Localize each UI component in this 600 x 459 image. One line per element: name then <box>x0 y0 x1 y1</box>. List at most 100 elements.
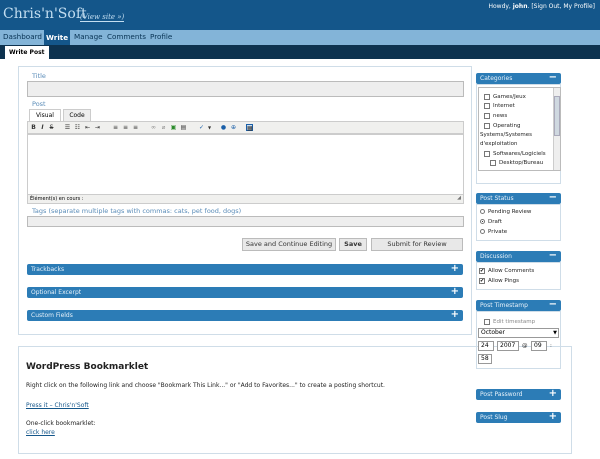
admin-menu: Dashboard Write Manage Comments Profile <box>0 30 600 45</box>
discussion-box <box>476 262 561 290</box>
chevron-down-icon[interactable]: ▼ <box>553 329 557 337</box>
menu-write[interactable]: Write <box>44 30 71 45</box>
tags-input[interactable] <box>27 216 464 227</box>
minus-icon[interactable]: − <box>549 299 557 310</box>
unlink-icon[interactable]: ⌀ <box>160 124 167 131</box>
click-here-link[interactable]: click here <box>26 429 55 436</box>
strikethrough-icon[interactable]: S <box>48 124 55 131</box>
discussion-title: Discussion <box>480 253 512 260</box>
menu-profile[interactable]: Profile <box>150 32 172 41</box>
align-left-icon[interactable]: ≡ <box>112 124 119 131</box>
bullet-list-icon[interactable]: ☰ <box>64 124 71 131</box>
bookmarklet-heading: WordPress Bookmarklet <box>26 362 149 372</box>
status-pending: Pending Review <box>488 209 532 215</box>
plus-icon[interactable]: + <box>451 263 459 274</box>
minus-icon[interactable]: − <box>549 250 557 261</box>
plus-icon[interactable]: + <box>451 286 459 297</box>
sub-menu: Write Post <box>0 45 600 59</box>
status-radio-draft[interactable] <box>480 219 485 224</box>
resize-handle-icon[interactable]: ◢ <box>457 195 461 201</box>
post-slug-bar[interactable]: Post Slug + <box>476 411 561 423</box>
categories-bar[interactable]: Categories − <box>476 72 561 84</box>
spellcheck-icon[interactable]: ✓ <box>198 124 205 131</box>
category-scrollbar[interactable] <box>553 88 560 170</box>
day-input[interactable]: 24 <box>478 341 494 351</box>
post-slug-title: Post Slug <box>480 414 508 421</box>
submit-review-button[interactable]: Submit for Review <box>371 238 463 251</box>
more-icon[interactable]: ▤ <box>180 124 187 131</box>
allow-comments-checkbox[interactable]: ✔ <box>479 268 485 274</box>
category-checkbox-games[interactable] <box>484 94 490 100</box>
category-checkbox-os[interactable] <box>484 123 490 129</box>
title-input[interactable] <box>27 81 464 97</box>
minute-input[interactable]: 58 <box>478 354 492 364</box>
status-path: Élément(s) en cours : <box>30 196 84 202</box>
howdy-text: Howdy, <box>488 3 513 10</box>
fullscreen-icon[interactable]: ⊕ <box>230 124 237 131</box>
post-status-title: Post Status <box>480 195 514 202</box>
edit-timestamp-checkbox[interactable] <box>484 319 490 325</box>
help-icon[interactable]: ● <box>220 124 227 131</box>
allow-pings-checkbox[interactable]: ✔ <box>479 278 485 284</box>
category-checkbox-news[interactable] <box>484 113 490 119</box>
discussion-bar[interactable]: Discussion − <box>476 250 561 262</box>
user-bar: Howdy, john. [Sign Out, My Profile] <box>488 3 595 10</box>
post-status-bar[interactable]: Post Status − <box>476 192 561 204</box>
admin-header: Chris'n'Soft (View site ») Howdy, john. … <box>0 0 600 30</box>
hour-input[interactable]: 09 <box>531 341 547 351</box>
save-continue-button[interactable]: Save and Continue Editing <box>242 238 336 251</box>
category-checkbox-internet[interactable] <box>484 103 490 109</box>
menu-dashboard[interactable]: Dashboard <box>3 32 42 41</box>
plus-icon[interactable]: + <box>549 411 557 422</box>
status-radio-pending[interactable] <box>480 209 485 214</box>
menu-manage[interactable]: Manage <box>74 32 103 41</box>
category-checkbox-software[interactable] <box>484 151 490 157</box>
edit-timestamp-label: Edit timestamp <box>493 319 536 325</box>
submenu-write-post[interactable]: Write Post <box>5 46 49 59</box>
outdent-icon[interactable]: ⇤ <box>84 124 91 131</box>
minus-icon[interactable]: − <box>549 72 557 83</box>
site-title: Chris'n'Soft <box>3 6 87 22</box>
timestamp-title: Post Timestamp <box>480 302 528 309</box>
colon-separator: : <box>550 343 552 349</box>
category-checkbox-desktop[interactable] <box>490 160 496 166</box>
chevron-down-icon[interactable]: ▼ <box>206 124 213 131</box>
tab-code[interactable]: Code <box>63 109 91 121</box>
timestamp-bar[interactable]: Post Timestamp − <box>476 299 561 311</box>
editor-toolbar: B I S ☰ ☷ ⇤ ⇥ ≡ ≡ ≡ ∞ ⌀ ▣ ▤ ✓ ▼ ● ⊕ ▦ <box>27 121 464 134</box>
status-radio-private[interactable] <box>480 229 485 234</box>
category-desktop: Desktop/Bureau <box>499 160 544 166</box>
save-button[interactable]: Save <box>339 238 367 251</box>
minus-icon[interactable]: − <box>549 192 557 203</box>
username: john <box>512 3 528 10</box>
plus-icon[interactable]: + <box>451 309 459 320</box>
tab-visual[interactable]: Visual <box>29 109 61 121</box>
post-content-area[interactable] <box>27 134 464 195</box>
image-icon[interactable]: ▣ <box>170 124 177 131</box>
align-center-icon[interactable]: ≡ <box>122 124 129 131</box>
trackbacks-bar[interactable]: Trackbacks + <box>27 263 463 275</box>
numbered-list-icon[interactable]: ☷ <box>74 124 81 131</box>
month-select[interactable]: October ▼ <box>478 328 559 338</box>
post-password-bar[interactable]: Post Password + <box>476 388 561 400</box>
sign-out-link[interactable]: [Sign Out <box>531 3 559 10</box>
year-input[interactable]: 2007 <box>497 341 519 351</box>
excerpt-bar[interactable]: Optional Excerpt + <box>27 286 463 298</box>
press-it-link[interactable]: Press it – Chris'n'Soft <box>26 402 89 409</box>
at-separator: @ <box>522 343 528 349</box>
align-right-icon[interactable]: ≡ <box>132 124 139 131</box>
my-profile-link[interactable]: My Profile] <box>563 3 595 10</box>
bold-icon[interactable]: B <box>30 124 37 131</box>
post-password-title: Post Password <box>480 391 523 398</box>
menu-comments[interactable]: Comments <box>107 32 146 41</box>
advanced-toolbar-icon[interactable]: ▦ <box>246 124 253 132</box>
plus-icon[interactable]: + <box>549 388 557 399</box>
custom-fields-bar[interactable]: Custom Fields + <box>27 309 463 321</box>
italic-icon[interactable]: I <box>39 124 46 131</box>
category-internet: Internet <box>493 103 515 109</box>
scrollbar-thumb[interactable] <box>554 96 560 136</box>
indent-icon[interactable]: ⇥ <box>94 124 101 131</box>
excerpt-title: Optional Excerpt <box>31 289 82 296</box>
link-icon[interactable]: ∞ <box>150 124 157 131</box>
view-site-link[interactable]: (View site ») <box>80 13 125 22</box>
